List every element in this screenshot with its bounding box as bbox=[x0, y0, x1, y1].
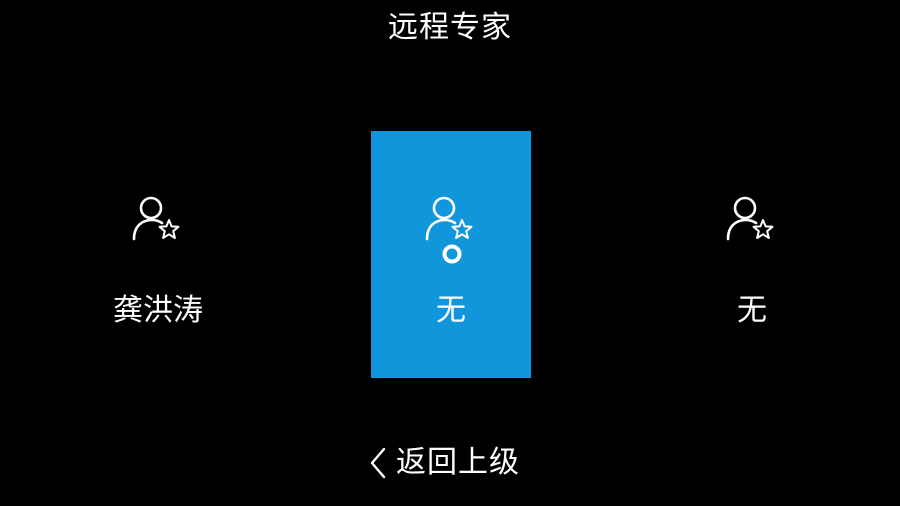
expert-name: 龚洪涛 bbox=[113, 293, 203, 328]
back-label: 返回上级 bbox=[396, 445, 520, 480]
user-star-icon bbox=[726, 196, 774, 241]
user-star-icon bbox=[425, 196, 473, 241]
expert-name: 无 bbox=[737, 293, 767, 328]
expert-card-1[interactable]: 龚洪涛 bbox=[78, 131, 238, 378]
expert-card-2[interactable]: 无 bbox=[371, 131, 531, 378]
expert-name: 无 bbox=[436, 293, 466, 328]
page-title: 远程专家 bbox=[388, 10, 512, 45]
focus-ring-icon bbox=[442, 244, 462, 264]
chevron-left-icon bbox=[370, 447, 386, 479]
user-star-icon bbox=[132, 196, 180, 241]
expert-card-3[interactable]: 无 bbox=[672, 131, 832, 378]
back-button[interactable]: 返回上级 bbox=[368, 441, 520, 485]
